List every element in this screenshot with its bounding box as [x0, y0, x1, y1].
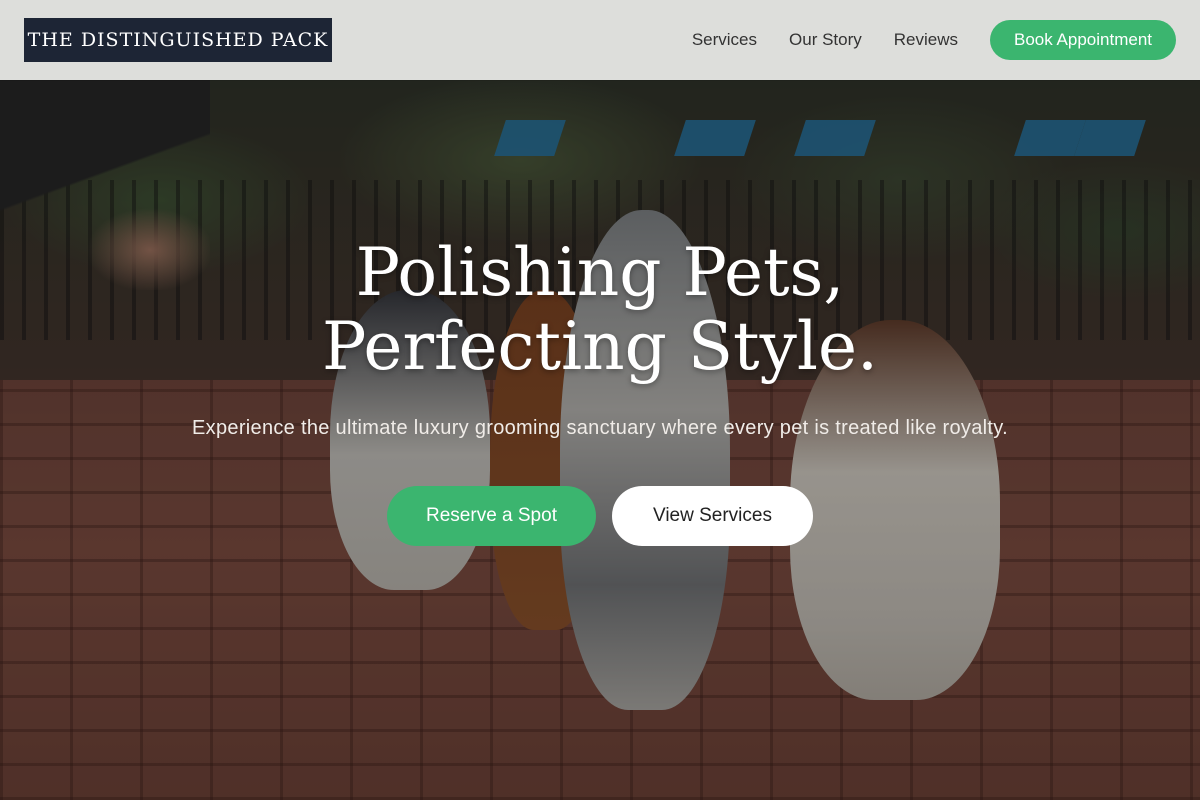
nav-link-services[interactable]: Services [692, 30, 757, 50]
book-appointment-button[interactable]: Book Appointment [990, 20, 1176, 60]
hero-content: Polishing Pets, Perfecting Style. Experi… [0, 236, 1200, 546]
nav-link-our-story[interactable]: Our Story [789, 30, 862, 50]
site-header: THE DISTINGUISHED PACK Services Our Stor… [0, 0, 1200, 80]
nav-link-reviews[interactable]: Reviews [894, 30, 958, 50]
hero-subtitle: Experience the ultimate luxury grooming … [192, 417, 1008, 439]
main-nav: Services Our Story Reviews Book Appointm… [692, 0, 1176, 80]
view-services-button[interactable]: View Services [612, 486, 813, 546]
brand-logo[interactable]: THE DISTINGUISHED PACK [24, 18, 332, 62]
reserve-spot-button[interactable]: Reserve a Spot [387, 486, 596, 546]
hero-title: Polishing Pets, Perfecting Style. [321, 234, 879, 385]
hero-actions: Reserve a Spot View Services [0, 486, 1200, 546]
